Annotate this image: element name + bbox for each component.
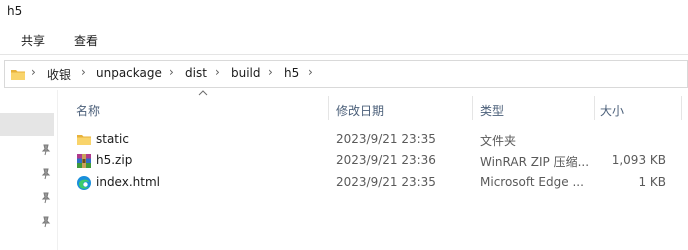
- chevron-right-icon[interactable]: ›: [308, 65, 313, 79]
- file-row-static[interactable]: static 2023/9/21 23:35 文件夹: [58, 129, 688, 151]
- pin-icon: [41, 144, 51, 156]
- file-size: 1,093 KB: [611, 153, 666, 167]
- breadcrumb-unpackage[interactable]: unpackage: [96, 66, 162, 80]
- column-header-type[interactable]: 类型: [480, 102, 504, 119]
- chevron-right-icon[interactable]: ›: [268, 65, 273, 79]
- file-row-h5-zip[interactable]: h5.zip 2023/9/21 23:36 WinRAR ZIP 压缩... …: [58, 150, 688, 172]
- file-name: index.html: [96, 175, 160, 189]
- column-header-name[interactable]: 名称: [76, 102, 100, 119]
- file-row-index-html[interactable]: index.html 2023/9/21 23:35 Microsoft Edg…: [58, 172, 688, 194]
- breadcrumb-dist[interactable]: dist: [185, 66, 207, 80]
- tab-view[interactable]: 查看: [74, 32, 98, 49]
- chevron-right-icon[interactable]: ›: [169, 65, 174, 79]
- winrar-icon: [77, 154, 91, 168]
- file-type: Microsoft Edge ...: [480, 175, 584, 189]
- file-date: 2023/9/21 23:35: [336, 175, 436, 189]
- breadcrumb-h5[interactable]: h5: [284, 66, 299, 80]
- column-divider[interactable]: [594, 96, 595, 120]
- navigation-pane: [0, 90, 58, 250]
- file-name: h5.zip: [96, 153, 133, 167]
- file-date: 2023/9/21 23:36: [336, 153, 436, 167]
- column-header-date[interactable]: 修改日期: [336, 102, 384, 119]
- nav-item-selected[interactable]: [0, 113, 54, 136]
- pin-icon: [41, 168, 51, 180]
- chevron-right-icon[interactable]: ›: [31, 65, 36, 79]
- breadcrumb-build[interactable]: build: [231, 66, 261, 80]
- chevron-right-icon[interactable]: ›: [81, 65, 86, 79]
- ribbon-divider: [0, 54, 688, 55]
- file-size: 1 KB: [638, 175, 666, 189]
- file-name: static: [96, 132, 129, 146]
- tab-share[interactable]: 共享: [21, 32, 45, 49]
- file-type: 文件夹: [480, 134, 517, 148]
- ribbon: 共享 查看: [0, 28, 688, 54]
- window-title: h5: [7, 4, 23, 18]
- folder-icon: [10, 67, 26, 86]
- column-header-row: 名称 修改日期 类型 大小: [58, 90, 688, 122]
- pin-icon: [41, 192, 51, 204]
- title-bar: h5: [0, 0, 688, 24]
- sort-ascending-icon: [198, 90, 208, 96]
- chevron-right-icon[interactable]: ›: [215, 65, 220, 79]
- file-date: 2023/9/21 23:35: [336, 132, 436, 146]
- pin-icon: [41, 216, 51, 228]
- address-bar[interactable]: › 收银 › unpackage › dist › build › h5 ›: [4, 60, 688, 88]
- edge-icon: [77, 176, 91, 190]
- folder-icon: [77, 135, 91, 145]
- column-divider[interactable]: [328, 96, 329, 120]
- column-header-size[interactable]: 大小: [600, 102, 624, 119]
- file-type: WinRAR ZIP 压缩...: [480, 155, 590, 169]
- column-divider[interactable]: [681, 96, 682, 120]
- breadcrumb-shouyin[interactable]: 收银: [47, 66, 71, 83]
- column-divider[interactable]: [472, 96, 473, 120]
